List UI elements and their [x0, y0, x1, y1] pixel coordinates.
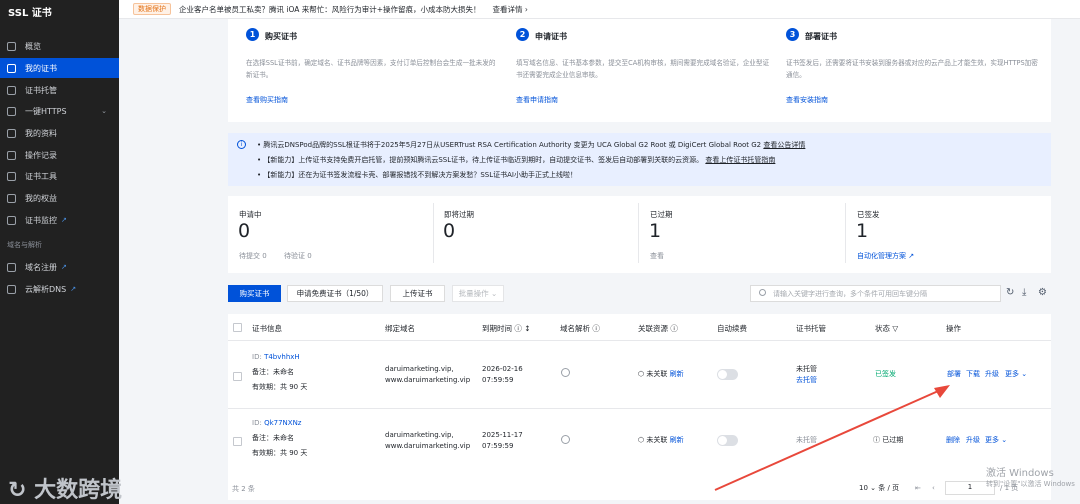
annotation-arrow — [714, 385, 950, 491]
windows-activation: 激活 Windows — [986, 468, 1054, 479]
windows-activation-sub: 转到"设置"以激活 Windows — [986, 480, 1075, 488]
logo-icon: ↻ — [8, 478, 27, 503]
logo-watermark: ↻ 大数跨境 — [8, 478, 123, 503]
